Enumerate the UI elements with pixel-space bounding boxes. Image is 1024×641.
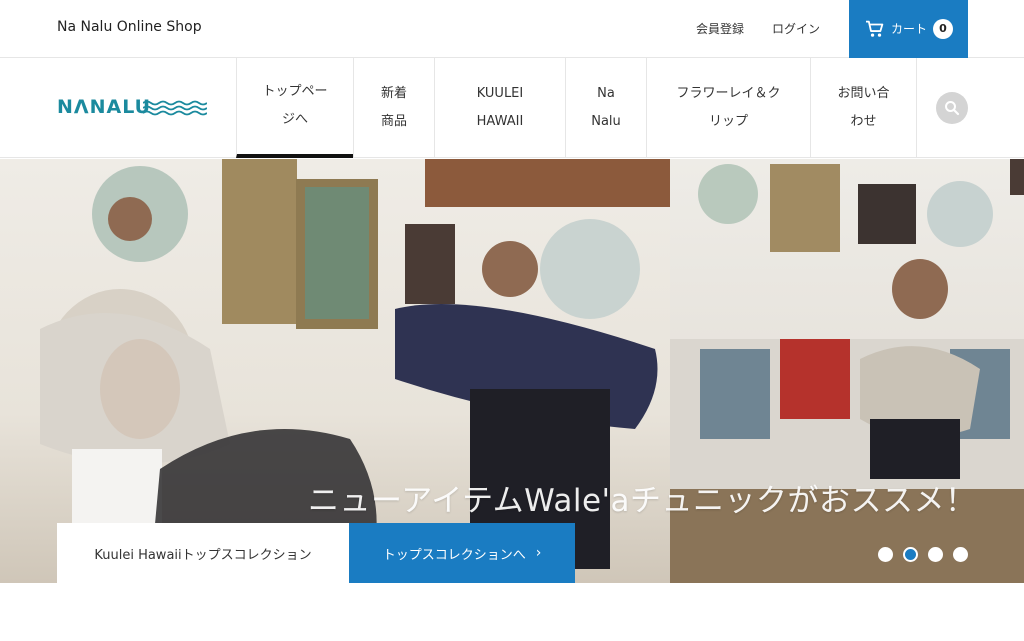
nav-divider bbox=[916, 58, 917, 158]
register-link[interactable]: 会員登録 bbox=[696, 20, 744, 37]
nav-label: Na Nalu bbox=[591, 86, 621, 129]
nav-label: フラワーレイ＆ク リップ bbox=[676, 86, 781, 129]
tops-collection-button[interactable]: トップスコレクションへ › bbox=[349, 523, 575, 583]
nav-contact[interactable]: お問い合 わせ bbox=[810, 58, 916, 158]
nav-flower-lei-clip[interactable]: フラワーレイ＆ク リップ bbox=[646, 58, 810, 158]
slider-dot-1[interactable] bbox=[878, 547, 893, 562]
tops-collection-button-label: トップスコレクションへ bbox=[382, 547, 526, 563]
login-link[interactable]: ログイン bbox=[772, 20, 820, 37]
shop-name[interactable]: Na Nalu Online Shop bbox=[57, 19, 202, 35]
nav-new-items[interactable]: 新着 商品 bbox=[353, 58, 434, 158]
nav-label: お問い合 わせ bbox=[837, 86, 890, 129]
nav-label: トップペー ジへ bbox=[262, 84, 328, 127]
cart-label: カート bbox=[891, 22, 928, 36]
top-bar: Na Nalu Online Shop 会員登録 ログイン カート 0 bbox=[0, 0, 1024, 58]
wave-icon bbox=[143, 100, 207, 116]
cart-icon bbox=[866, 20, 884, 37]
nav-na-nalu[interactable]: Na Nalu bbox=[565, 58, 646, 158]
logo[interactable]: NΛNALU bbox=[57, 96, 207, 120]
nav-label: 新着 商品 bbox=[380, 86, 407, 129]
slider-dot-3[interactable] bbox=[928, 547, 943, 562]
cart-button[interactable]: カート 0 bbox=[849, 0, 968, 58]
cart-count-badge: 0 bbox=[933, 19, 953, 39]
chevron-right-icon: › bbox=[535, 545, 542, 561]
nav-top-page[interactable]: トップペー ジへ bbox=[236, 58, 353, 158]
logo-text: NΛNALU bbox=[57, 96, 152, 118]
search-icon bbox=[945, 101, 960, 116]
slider-dot-2[interactable] bbox=[903, 547, 918, 562]
slider-dot-4[interactable] bbox=[953, 547, 968, 562]
nav-label: KUULEI HAWAII bbox=[476, 86, 524, 129]
nav-kuulei-hawaii[interactable]: KUULEI HAWAII bbox=[434, 58, 565, 158]
hero-headline: ニューアイテムWale'aチュニックがおススメ！ bbox=[308, 483, 977, 519]
hero-caption: Kuulei Hawaiiトップスコレクション bbox=[57, 523, 349, 583]
main-nav: NΛNALU トップペー ジへ 新着 商品 KUULEI HAWAII Na N… bbox=[0, 58, 1024, 158]
search-button[interactable] bbox=[936, 92, 968, 124]
hero-slider[interactable]: ニューアイテムWale'aチュニックがおススメ！ Kuulei Hawaiiトッ… bbox=[0, 159, 1024, 583]
